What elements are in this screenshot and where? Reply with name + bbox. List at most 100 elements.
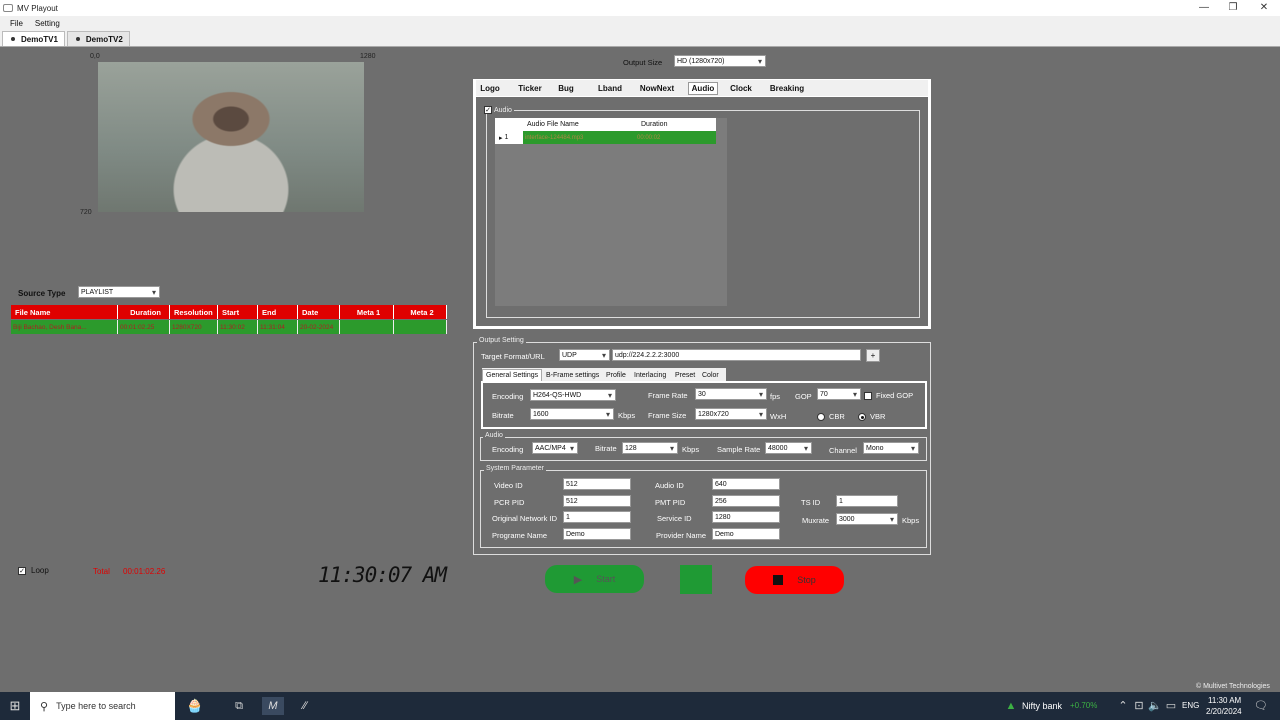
playlist-cell-start[interactable]: 11:30:02 bbox=[218, 320, 258, 334]
output-size-select[interactable]: HD (1280x720) bbox=[674, 55, 766, 67]
stock-chart-icon[interactable]: ▲ bbox=[1002, 697, 1020, 715]
bitrate-select[interactable]: 1600 bbox=[530, 408, 614, 420]
tab-bframe-settings[interactable]: B-Frame settings bbox=[546, 369, 599, 381]
menu-setting[interactable]: Setting bbox=[35, 19, 60, 28]
col-end[interactable]: End bbox=[258, 305, 298, 319]
playlist-cell-file[interactable]: Biji Bachao, Desh Bana... bbox=[11, 320, 118, 334]
audio-id-input[interactable]: 640 bbox=[712, 478, 780, 490]
framesize-select[interactable]: 1280x720 bbox=[695, 408, 767, 420]
muxrate-select[interactable]: 3000 bbox=[836, 513, 898, 525]
col-meta1[interactable]: Meta 1 bbox=[340, 305, 394, 319]
playlist-grid bbox=[10, 304, 448, 554]
fixed-gop-checkbox[interactable]: Fixed GOP bbox=[864, 391, 913, 400]
mv-playout-app-icon[interactable]: M bbox=[262, 697, 284, 715]
tab-audio[interactable]: Audio bbox=[688, 82, 718, 95]
service-id-input[interactable]: 1280 bbox=[712, 511, 780, 523]
ts-id-input[interactable]: 1 bbox=[836, 495, 898, 507]
windows-start-icon[interactable]: ⊞ bbox=[6, 697, 24, 715]
tab-general-settings[interactable]: General Settings bbox=[482, 369, 543, 381]
audio-checkbox[interactable]: ✓ Audio bbox=[482, 106, 514, 114]
playlist-cell-end[interactable]: 11:31:04 bbox=[258, 320, 298, 334]
playlist-cell-date[interactable]: 20-02-2024 bbox=[298, 320, 340, 334]
audio-bitrate-select[interactable]: 128 bbox=[622, 442, 678, 454]
col-file-name[interactable]: File Name bbox=[11, 305, 118, 319]
channel-select[interactable]: Mono bbox=[863, 442, 919, 454]
taskbar-search[interactable]: ⚲ Type here to search bbox=[30, 692, 175, 720]
tab-bug[interactable]: Bug bbox=[555, 82, 577, 95]
col-duration[interactable]: Duration bbox=[118, 305, 170, 319]
encoding-select[interactable]: H264-QS-HWD bbox=[530, 389, 616, 401]
muxrate-unit: Kbps bbox=[902, 516, 920, 525]
wxh-unit: WxH bbox=[770, 412, 787, 421]
menu-file[interactable]: File bbox=[10, 19, 23, 28]
pcr-pid-input[interactable]: 512 bbox=[563, 495, 631, 507]
tab-preset[interactable]: Preset bbox=[675, 369, 695, 381]
tab-demotv2[interactable]: DemoTV2 bbox=[66, 31, 130, 46]
gop-select[interactable]: 70 bbox=[817, 388, 861, 400]
target-format-label: Target Format/URL bbox=[481, 352, 545, 361]
cbr-radio[interactable]: CBR bbox=[817, 412, 845, 421]
onid-input[interactable]: 1 bbox=[563, 511, 631, 523]
notification-icon[interactable]: 🗨 bbox=[1252, 697, 1270, 715]
tab-profile[interactable]: Profile bbox=[606, 369, 626, 381]
playlist-cell-duration[interactable]: 00:01:02.25 bbox=[118, 320, 170, 334]
tab-breaking[interactable]: Breaking bbox=[765, 82, 809, 95]
video-preview bbox=[98, 62, 364, 212]
target-format-select[interactable]: UDP bbox=[559, 349, 610, 361]
tab-nownext[interactable]: NowNext bbox=[636, 82, 678, 95]
ticker-name: Nifty bank bbox=[1022, 701, 1063, 711]
tab-ticker[interactable]: Ticker bbox=[514, 82, 546, 95]
bitrate-value: 1600 bbox=[533, 410, 549, 418]
source-type-select[interactable]: PLAYLIST bbox=[78, 286, 160, 298]
program-name-input[interactable]: Demo bbox=[563, 528, 631, 540]
sample-rate-select[interactable]: 48000 bbox=[765, 442, 812, 454]
checkbox-checked-icon: ✓ bbox=[484, 106, 492, 114]
col-meta2[interactable]: Meta 2 bbox=[394, 305, 447, 319]
copyright-text: © Multivet Technologies bbox=[1196, 683, 1270, 690]
tab-demotv1[interactable]: DemoTV1 bbox=[2, 31, 65, 46]
menu-bar: File Setting bbox=[0, 16, 1280, 30]
video-id-label: Video ID bbox=[494, 481, 523, 490]
video-id-input[interactable]: 512 bbox=[563, 478, 631, 490]
col-resolution[interactable]: Resolution bbox=[170, 305, 218, 319]
maximize-button[interactable]: ❐ bbox=[1217, 0, 1249, 16]
target-format-value: UDP bbox=[562, 351, 577, 359]
tab-interlacing[interactable]: Interlacing bbox=[634, 369, 666, 381]
start-button[interactable]: ▶ Start bbox=[545, 565, 644, 593]
minimize-button[interactable]: — bbox=[1188, 0, 1220, 16]
taskbar-date[interactable]: 2/20/2024 bbox=[1206, 707, 1242, 716]
output-size-value: HD (1280x720) bbox=[677, 57, 725, 65]
playlist-cell-meta2[interactable] bbox=[394, 320, 447, 334]
col-date[interactable]: Date bbox=[298, 305, 340, 319]
add-output-button[interactable]: + bbox=[866, 349, 880, 362]
target-url-input[interactable]: udp://224.2.2.2:3000 bbox=[612, 349, 861, 361]
close-button[interactable]: ✕ bbox=[1248, 0, 1280, 16]
audio-encoding-select[interactable]: AAC/MP4 bbox=[532, 442, 578, 454]
provider-name-label: Provider Name bbox=[656, 531, 707, 540]
tab-label: DemoTV1 bbox=[21, 34, 58, 44]
audio-id-label: Audio ID bbox=[655, 481, 684, 490]
vbr-radio[interactable]: VBR bbox=[858, 412, 885, 421]
playlist-cell-meta1[interactable] bbox=[340, 320, 394, 334]
provider-name-input[interactable]: Demo bbox=[712, 528, 780, 540]
language-indicator[interactable]: ENG bbox=[1182, 701, 1199, 710]
second-app-icon[interactable]: ∕∕ bbox=[296, 697, 314, 715]
display-icon[interactable]: ▭ bbox=[1162, 697, 1180, 715]
muffin-widget-icon[interactable]: 🧁 bbox=[186, 697, 204, 715]
audio-row[interactable]: ▸ 1 interface-124484.mp3 00:00:02 bbox=[495, 131, 716, 144]
framerate-select[interactable]: 30 bbox=[695, 388, 767, 400]
audio-bitrate-label: Bitrate bbox=[595, 444, 617, 453]
checkbox-checked-icon: ✓ bbox=[18, 566, 26, 575]
col-start[interactable]: Start bbox=[218, 305, 258, 319]
stop-button[interactable]: Stop bbox=[745, 566, 844, 594]
tab-color[interactable]: Color bbox=[702, 369, 719, 381]
tab-lband[interactable]: Lband bbox=[594, 82, 626, 95]
tab-logo[interactable]: Logo bbox=[478, 82, 502, 95]
tab-clock[interactable]: Clock bbox=[727, 82, 755, 95]
title-bar: MV Playout — ❐ ✕ bbox=[0, 0, 1280, 16]
task-view-icon[interactable]: ⧉ bbox=[230, 697, 248, 715]
playlist-cell-resolution[interactable]: 1280X720 bbox=[170, 320, 218, 334]
loop-checkbox[interactable]: ✓ Loop bbox=[18, 566, 49, 575]
pmt-pid-input[interactable]: 256 bbox=[712, 495, 780, 507]
taskbar-time[interactable]: 11:30 AM bbox=[1208, 696, 1241, 705]
